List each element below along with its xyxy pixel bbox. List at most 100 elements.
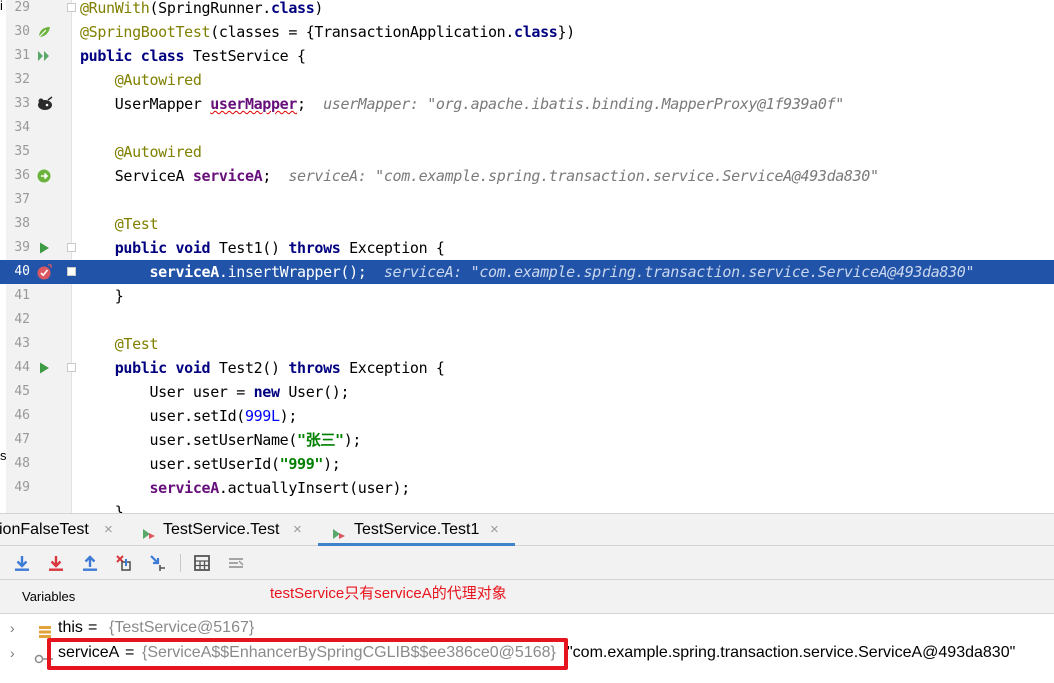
code-line[interactable]: 35 @Autowired (0, 140, 1054, 164)
spring-bean-icon[interactable] (36, 24, 52, 40)
tab-testservice-test[interactable]: TestService.Test × (141, 514, 311, 546)
bean-reference-icon[interactable] (36, 168, 52, 184)
code-token: ; (297, 95, 324, 113)
close-icon[interactable]: × (293, 514, 302, 545)
line-number[interactable]: 31 (6, 44, 30, 68)
tab-ionfalsetest[interactable]: ionFalseTest × (0, 514, 126, 546)
toolbar-separator (180, 554, 181, 572)
mapper-bean-icon[interactable] (36, 96, 53, 112)
line-number[interactable]: 34 (6, 116, 30, 140)
run-class-icon[interactable] (36, 48, 52, 64)
code-line[interactable]: 34 (0, 116, 1054, 140)
code-token: ); (323, 455, 341, 473)
step-out-icon[interactable] (80, 553, 100, 573)
code-line[interactable]: 33 UserMapper userMapper; userMapper: "o… (0, 92, 1054, 116)
fold-marker-icon[interactable] (67, 267, 76, 276)
line-number[interactable]: 39 (6, 236, 30, 260)
line-number[interactable]: 44 (6, 356, 30, 380)
line-number[interactable]: 49 (6, 476, 30, 500)
code-line[interactable]: 44 public void Test2() throws Exception … (0, 356, 1054, 380)
line-number[interactable]: 41 (6, 284, 30, 308)
code-token: user.setUserId( (80, 455, 280, 473)
code-line[interactable]: 40 serviceA.insertWrapper(); serviceA: "… (0, 260, 1054, 284)
expand-icon[interactable]: › (10, 640, 15, 666)
code-token: User user = (80, 383, 254, 401)
line-number[interactable]: 37 (6, 188, 30, 212)
highlight-box (47, 638, 568, 670)
line-number[interactable]: 48 (6, 452, 30, 476)
line-number[interactable]: 45 (6, 380, 30, 404)
code-line[interactable]: 43 @Test (0, 332, 1054, 356)
code-line[interactable]: 38 @Test (0, 212, 1054, 236)
fold-marker-icon[interactable] (67, 243, 76, 252)
code-line[interactable]: 31 public class TestService { (0, 44, 1054, 68)
run-config-icon (331, 522, 347, 539)
code-text: user.setUserId("999"); (80, 452, 340, 476)
code-token: @Autowired (114, 143, 202, 161)
code-line[interactable]: 39 public void Test1() throws Exception … (0, 236, 1054, 260)
line-number[interactable]: 32 (6, 68, 30, 92)
code-text: public void Test1() throws Exception { (80, 236, 445, 260)
line-number[interactable]: 36 (6, 164, 30, 188)
fold-marker-icon[interactable] (67, 363, 76, 372)
breakpoint-icon[interactable] (36, 264, 52, 280)
line-number[interactable]: 43 (6, 332, 30, 356)
code-token: serviceA (149, 479, 219, 497)
code-line[interactable]: 29 @RunWith(SpringRunner.class) (0, 0, 1054, 20)
run-to-cursor-icon[interactable] (148, 553, 168, 573)
close-icon[interactable]: × (490, 514, 499, 545)
code-line[interactable]: 46 user.setId(999L); (0, 404, 1054, 428)
tab-label: ionFalseTest (0, 521, 89, 538)
code-token: } (80, 287, 124, 305)
run-test-icon[interactable] (36, 360, 52, 376)
line-number[interactable]: 30 (6, 20, 30, 44)
line-number[interactable]: 42 (6, 308, 30, 332)
code-token: ) (314, 0, 324, 17)
code-token: userMapper (210, 95, 298, 113)
code-editor[interactable]: i s 29 @RunWith(SpringRunner.class) 30 @Spr… (0, 0, 1054, 513)
fold-marker-icon[interactable] (67, 3, 76, 12)
code-line[interactable]: 42 (0, 308, 1054, 332)
line-number[interactable]: 35 (6, 140, 30, 164)
line-number[interactable]: 47 (6, 428, 30, 452)
code-token: serviceA: "com.example.spring.transactio… (383, 263, 975, 281)
code-line[interactable]: 36 ServiceA serviceA; serviceA: "com.exa… (0, 164, 1054, 188)
code-line[interactable]: 32 @Autowired (0, 68, 1054, 92)
code-line[interactable]: 37 (0, 188, 1054, 212)
line-number[interactable]: 29 (6, 0, 30, 20)
line-number[interactable]: 46 (6, 404, 30, 428)
code-token: ; (262, 167, 289, 185)
debugger-toolbar (0, 546, 1054, 580)
code-token: 999L (244, 407, 280, 425)
step-over-icon[interactable] (12, 553, 32, 573)
code-line[interactable]: 30 @SpringBootTest(classes = {Transaction… (0, 20, 1054, 44)
code-token: Exception { (349, 239, 445, 257)
code-token: user.setId( (80, 407, 245, 425)
code-line[interactable]: } (0, 500, 1054, 513)
code-line[interactable]: 47 user.setUserName("张三"); (0, 428, 1054, 452)
line-number[interactable]: 40 (6, 260, 30, 284)
code-token: public void (114, 359, 219, 377)
step-into-icon[interactable] (46, 553, 66, 573)
code-line[interactable]: 49 serviceA.actuallyInsert(user); (0, 476, 1054, 500)
close-icon[interactable]: × (104, 514, 113, 545)
force-step-into-icon[interactable] (114, 553, 134, 573)
trace-current-stream-icon[interactable] (226, 553, 246, 573)
code-line[interactable]: 45 User user = new User(); (0, 380, 1054, 404)
annotation-note: testService只有serviceA的代理对象 (270, 585, 507, 602)
line-number[interactable]: 33 (6, 92, 30, 116)
code-token: class (270, 0, 315, 17)
code-token: serviceA (149, 263, 219, 281)
code-token: "999" (279, 455, 324, 473)
run-test-icon[interactable] (36, 240, 52, 256)
tab-testservice-test1[interactable]: TestService.Test1 × (318, 514, 515, 546)
code-line[interactable]: 48 user.setUserId("999"); (0, 452, 1054, 476)
line-number[interactable]: 38 (6, 212, 30, 236)
code-line[interactable]: 41 } (0, 284, 1054, 308)
expand-icon[interactable]: › (10, 615, 15, 641)
evaluate-expression-icon[interactable] (192, 553, 212, 573)
run-config-icon (141, 522, 157, 539)
code-text: @Autowired (80, 68, 202, 92)
